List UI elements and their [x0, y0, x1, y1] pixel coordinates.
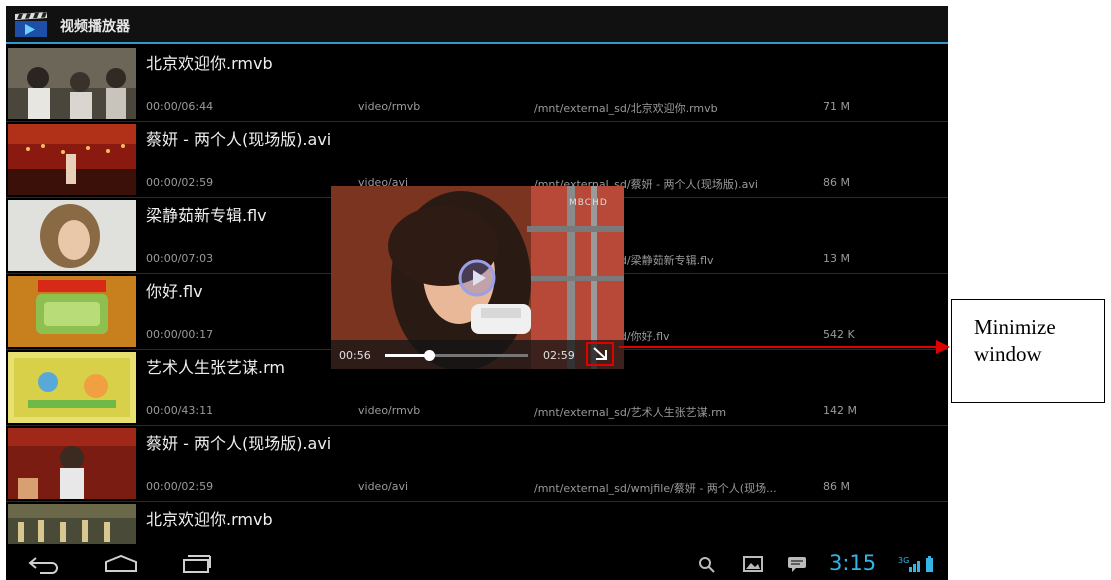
video-title: 蔡妍 - 两个人(现场版).avi	[146, 434, 332, 453]
minimize-button[interactable]	[586, 342, 614, 366]
video-size: 542 K	[823, 328, 855, 341]
video-duration: 00:00/07:03	[146, 252, 214, 265]
play-icon[interactable]	[457, 258, 497, 298]
video-title: 梁静茹新专辑.flv	[146, 206, 267, 225]
video-duration: 00:00/00:17	[146, 328, 214, 341]
callout-arrowhead	[936, 340, 950, 354]
video-type: video/rmvb	[358, 100, 421, 113]
minimize-arrow-icon	[593, 347, 607, 360]
video-thumbnail	[8, 504, 136, 544]
video-player-screen: 视频播放器 北京欢迎你.rmvb 00:00/06:44 video/rmvb …	[6, 6, 948, 580]
video-path: /mnt/external_sd/艺术人生张艺谋.rm	[534, 406, 727, 419]
floating-video-player[interactable]: MBCHD 00:56 02:59	[331, 186, 624, 369]
playback-controls: 00:56 02:59	[331, 340, 624, 369]
video-thumbnail	[8, 276, 136, 347]
video-title: 艺术人生张艺谋.rm	[146, 358, 285, 377]
video-thumbnail	[8, 352, 136, 423]
seek-handle[interactable]	[424, 350, 436, 361]
video-thumbnail	[8, 48, 136, 119]
minimize-window-annotation: Minimize window	[951, 299, 1105, 403]
video-size: 142 M	[823, 404, 857, 417]
video-size: 86 M	[823, 176, 850, 189]
video-type: video/avi	[358, 480, 409, 493]
video-title: 北京欢迎你.rmvb	[146, 54, 273, 73]
video-list-item[interactable]: 蔡妍 - 两个人(现场版).avi 00:00/02:59 video/avi …	[6, 426, 948, 502]
gallery-icon[interactable]	[742, 555, 764, 573]
video-title: 蔡妍 - 两个人(现场版).avi	[146, 130, 332, 149]
network-signal-icon: 3G	[898, 554, 938, 574]
video-size: 71 M	[823, 100, 850, 113]
video-path: /mnt/external_sd/北京欢迎你.rmvb	[534, 102, 718, 115]
video-size: 86 M	[823, 480, 850, 493]
back-icon[interactable]	[24, 554, 64, 574]
video-list-item[interactable]: 北京欢迎你.rmvb 00:00/06:44 video/rmvb /mnt/e…	[6, 46, 948, 122]
video-duration: 00:00/06:44	[146, 100, 214, 113]
status-clock: 3:15	[829, 551, 877, 575]
home-icon[interactable]	[101, 554, 141, 574]
video-duration: 00:00/02:59	[146, 480, 214, 493]
search-icon[interactable]	[696, 555, 718, 573]
video-size: 13 M	[823, 252, 850, 265]
video-duration: 00:00/02:59	[146, 176, 214, 189]
video-thumbnail	[8, 200, 136, 271]
total-time: 02:59	[543, 349, 575, 362]
action-bar: 视频播放器	[6, 6, 948, 44]
seek-bar[interactable]	[385, 350, 528, 361]
navigation-bar: 3:15 3G	[6, 546, 948, 580]
video-title: 你好.flv	[146, 282, 203, 301]
current-time: 00:56	[339, 349, 371, 362]
video-title: 北京欢迎你.rmvb	[146, 510, 273, 529]
video-list-item[interactable]: 北京欢迎你.rmvb	[6, 502, 948, 544]
recent-apps-icon[interactable]	[176, 554, 216, 574]
video-path: /mnt/external_sd/wmjfile/蔡妍 - 两个人(现场...	[534, 482, 777, 495]
video-thumbnail	[8, 428, 136, 499]
network-type-label: 3G	[898, 556, 909, 565]
video-thumbnail	[8, 124, 136, 195]
message-icon[interactable]	[786, 555, 808, 573]
channel-logo: MBCHD	[569, 198, 608, 208]
video-duration: 00:00/43:11	[146, 404, 214, 417]
video-type: video/rmvb	[358, 404, 421, 417]
callout-line	[619, 346, 939, 348]
app-title: 视频播放器	[60, 19, 130, 35]
clapperboard-icon[interactable]	[14, 12, 48, 38]
seek-progress	[385, 354, 430, 357]
